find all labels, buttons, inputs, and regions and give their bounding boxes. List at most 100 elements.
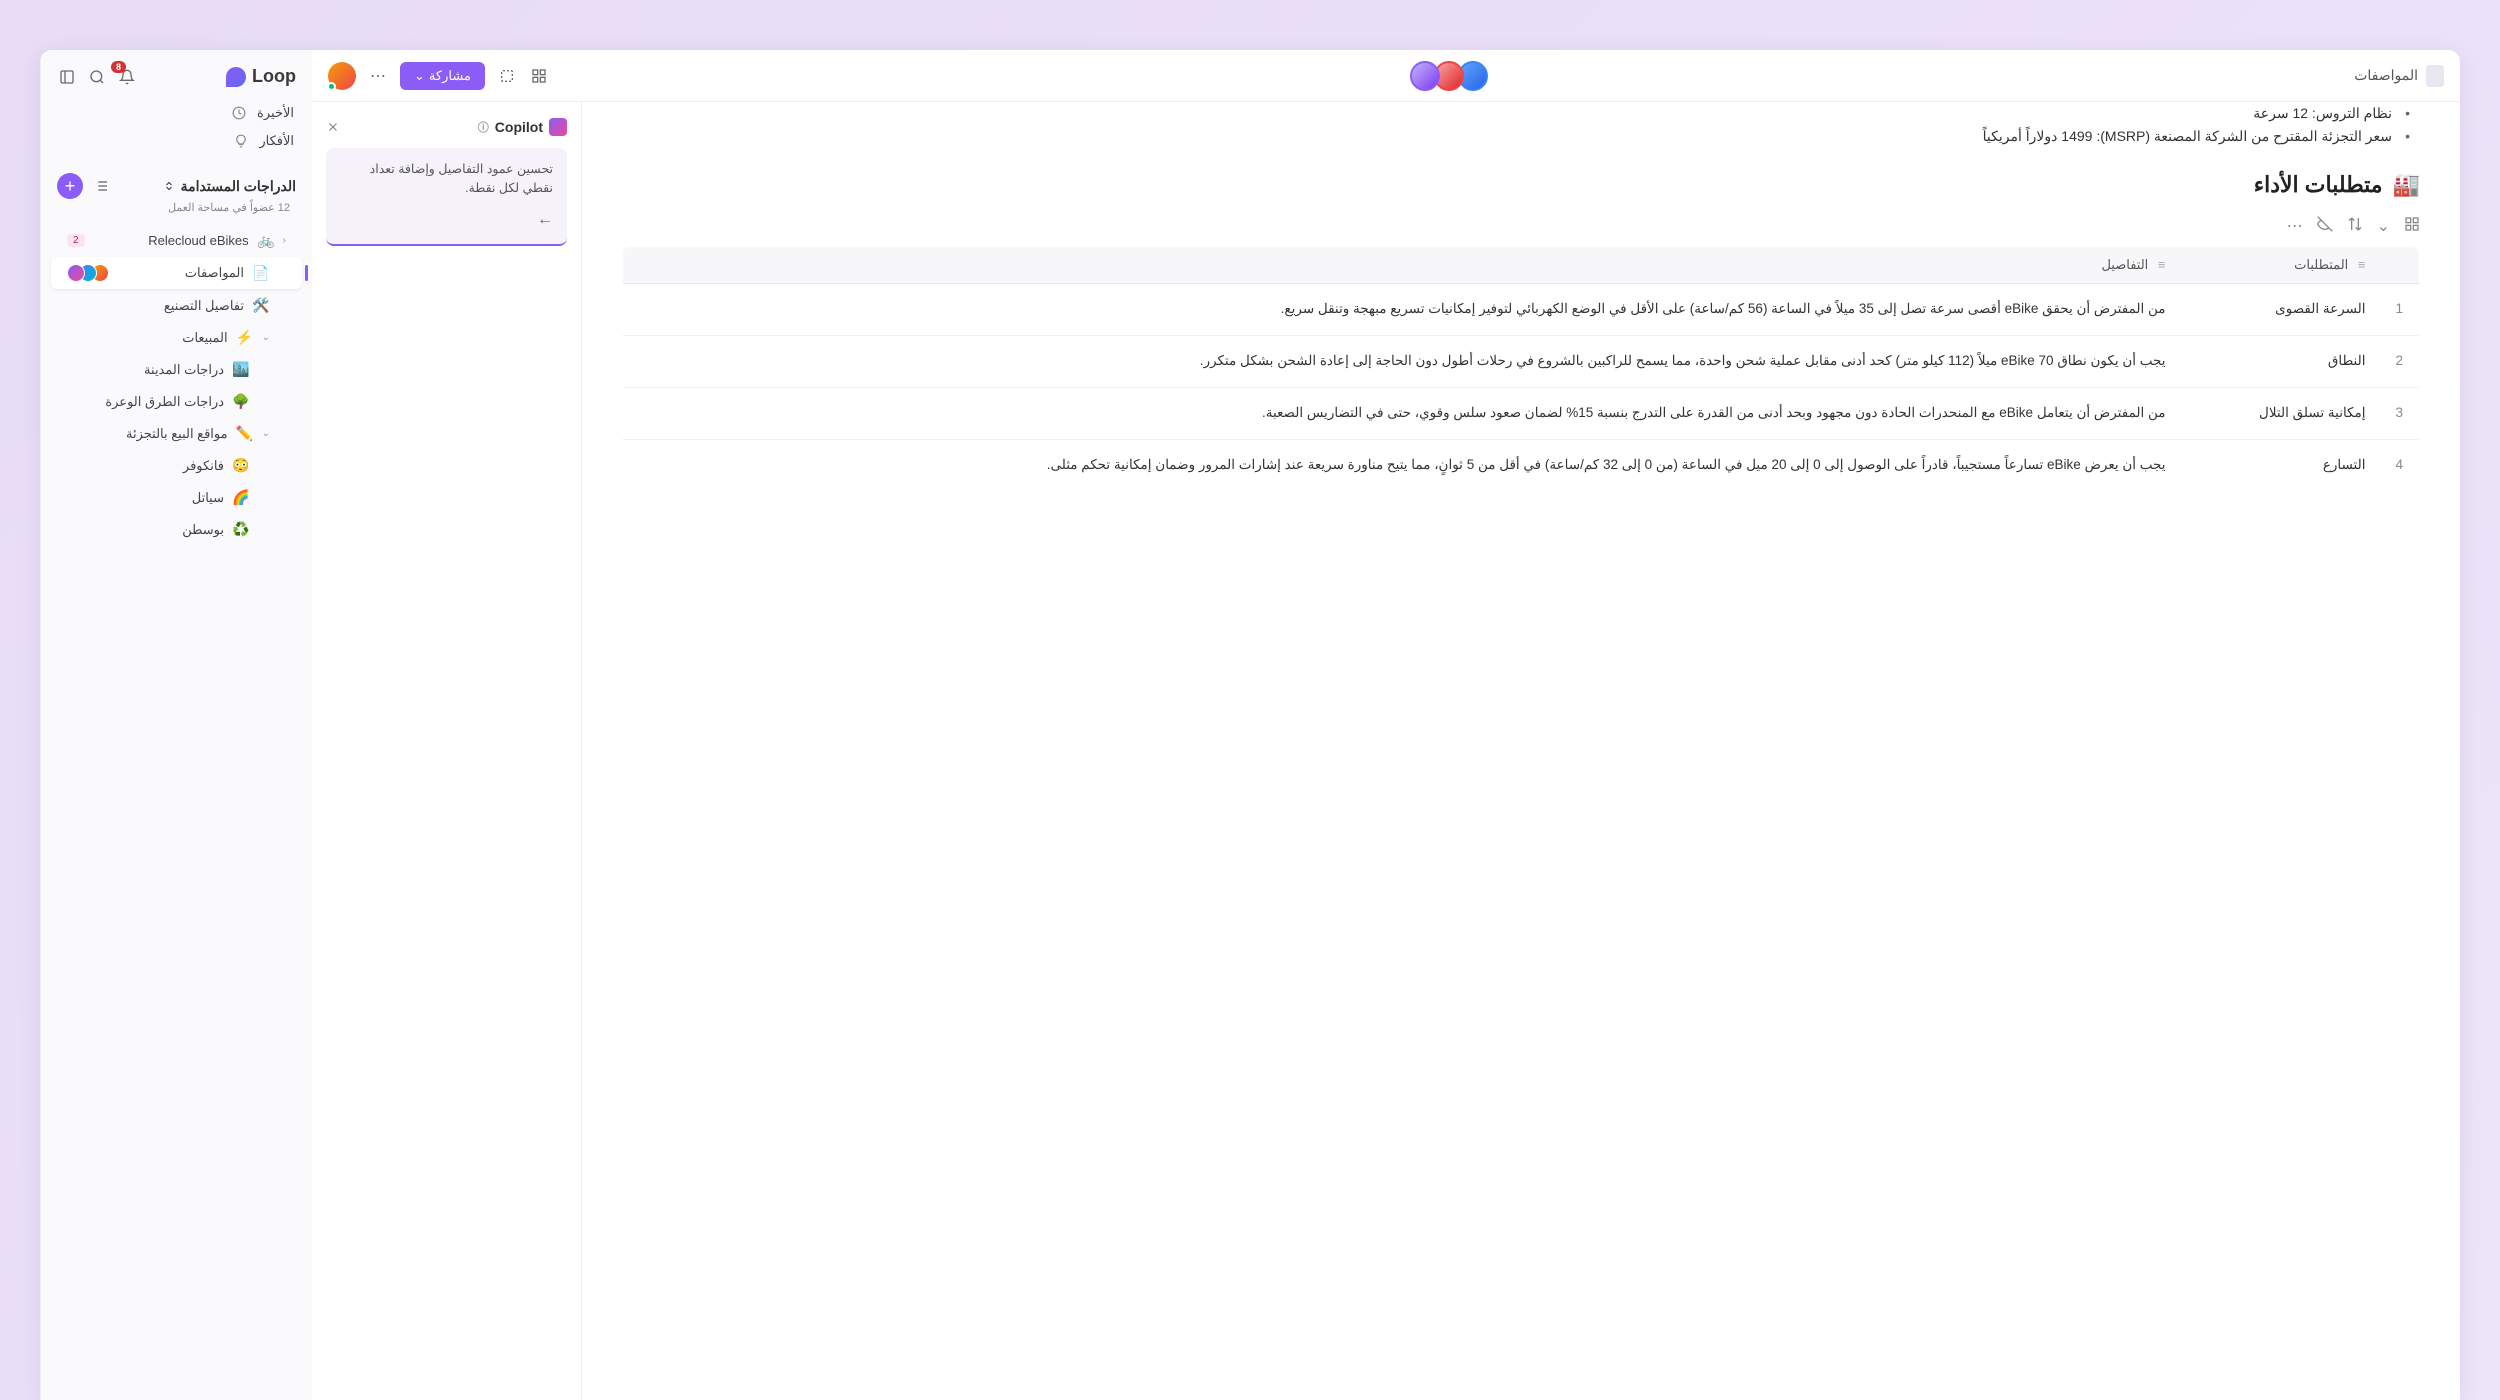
tree-city-bikes[interactable]: 🏙️ دراجات المدينة [51, 354, 302, 385]
more-icon[interactable]: ⋯ [2287, 216, 2303, 236]
tree-seattle[interactable]: 🌈 سياتل [51, 482, 302, 513]
tree-icon: 🌳 [232, 393, 250, 410]
panel-icon[interactable] [57, 67, 77, 87]
sidebar: Loop 8 الأخيرة ال [40, 50, 312, 1400]
city-icon: 🏙️ [232, 361, 250, 378]
page-icon [2426, 65, 2444, 87]
rainbow-icon: 🌈 [232, 489, 250, 506]
copilot-icon [549, 118, 567, 136]
table-toolbar: ⌄ ⋯ [622, 212, 2420, 246]
loop-icon [226, 67, 246, 87]
tree-retail[interactable]: ⌄ ✏️ مواقع البيع بالتجزئة [51, 418, 302, 449]
row-number: 2 [2380, 335, 2420, 387]
collaborator-avatars[interactable] [1416, 61, 1488, 91]
row-requirement[interactable]: السرعة القصوى [2180, 284, 2380, 336]
table-row[interactable]: 1 السرعة القصوى من المفترض أن يحقق eBike… [623, 284, 2420, 336]
close-icon[interactable] [326, 120, 340, 134]
nav-ideas[interactable]: الأفكار [41, 127, 312, 155]
recycle-icon: ♻️ [232, 521, 250, 538]
copilot-panel: Copilot ⓘ تحسين عمود التفاصيل وإضافة تعد… [312, 102, 582, 1400]
notification-badge: 8 [111, 61, 126, 73]
tree-sales[interactable]: ⌄ ⚡ المبيعات [51, 322, 302, 353]
chevron-down-icon[interactable]: ⌄ [2377, 216, 2390, 236]
tools-icon: 🛠️ [252, 297, 270, 314]
row-number: 1 [2380, 284, 2420, 336]
more-icon[interactable]: ⋯ [368, 66, 388, 86]
pencil-icon: ✏️ [236, 425, 254, 442]
chevron-updown-icon [163, 180, 175, 192]
workspace-title[interactable]: الدراجات المستدامة [163, 178, 296, 195]
document-body[interactable]: نظام التروس: 12 سرعة سعر التجزئة المقترح… [582, 102, 2460, 1400]
list-icon[interactable] [91, 176, 111, 196]
table-row[interactable]: 2 النطاق يجب أن يكون نطاق eBike 70 ميلاً… [623, 335, 2420, 387]
user-avatar[interactable] [328, 62, 356, 90]
clock-icon [231, 106, 247, 120]
text-icon: ≡ [2358, 257, 2366, 272]
tree-vancouver[interactable]: 😳 فانكوفر [51, 450, 302, 481]
add-button[interactable]: + [57, 173, 83, 199]
col-number[interactable] [2380, 247, 2420, 284]
spec-bullets: نظام التروس: 12 سرعة سعر التجزئة المقترح… [622, 102, 2420, 148]
row-requirement[interactable]: إمكانية تسلق التلال [2180, 387, 2380, 439]
row-detail[interactable]: من المفترض أن يتعامل eBike مع المنحدرات … [623, 387, 2180, 439]
row-detail[interactable]: يجب أن يكون نطاق eBike 70 ميلاً (112 كيل… [623, 335, 2180, 387]
face-icon: 😳 [232, 457, 250, 474]
table-row[interactable]: 4 التسارع يجب أن يعرض eBike تسارعاً مستج… [623, 439, 2420, 491]
tree-specs[interactable]: 📄 المواصفات [51, 257, 302, 289]
row-detail[interactable]: من المفترض أن يحقق eBike أقصى سرعة تصل إ… [623, 284, 2180, 336]
apps-icon[interactable] [529, 66, 549, 86]
main-area: المواصفات مشاركة ⌄ ⋯ [312, 50, 2460, 1400]
section-heading[interactable]: 🏭 متطلبات الأداء [622, 172, 2420, 198]
text-icon: ≡ [2158, 257, 2166, 272]
nav-recent-label: الأخيرة [257, 105, 294, 121]
presence-avatars [67, 264, 103, 282]
search-icon[interactable] [87, 67, 107, 87]
copilot-suggestion[interactable]: تحسين عمود التفاصيل وإضافة تعداد نقطي لك… [326, 148, 567, 246]
grid-icon[interactable] [2404, 216, 2420, 236]
chevron-down-icon: ⌄ [414, 68, 425, 84]
col-requirements[interactable]: ≡ المتطلبات [2180, 247, 2380, 284]
tree-manufacturing[interactable]: 🛠️ تفاصيل التصنيع [51, 290, 302, 321]
doc-icon: 📄 [252, 265, 270, 282]
tree-offroad[interactable]: 🌳 دراجات الطرق الوعرة [51, 386, 302, 417]
row-requirement[interactable]: النطاق [2180, 335, 2380, 387]
nav-recent[interactable]: الأخيرة [41, 99, 312, 127]
nav-ideas-label: الأفكار [259, 133, 294, 149]
status-dot [327, 82, 336, 91]
bike-icon: 🚲 [257, 232, 275, 249]
row-requirement[interactable]: التسارع [2180, 439, 2380, 491]
app-logo[interactable]: Loop [226, 66, 296, 87]
requirements-table: ≡ المتطلبات ≡ التفاصيل 1 السرعة القصوى م… [622, 246, 2420, 492]
tree-badge: 2 [67, 234, 85, 247]
sidebar-header: Loop 8 [41, 62, 312, 99]
document-title[interactable]: المواصفات [2354, 65, 2444, 87]
topbar: المواصفات مشاركة ⌄ ⋯ [312, 50, 2460, 102]
chevron-down-icon: ⌄ [262, 428, 270, 439]
eye-off-icon[interactable] [2317, 216, 2333, 236]
workspace-members: 12 عضواً في مساحة العمل [45, 201, 308, 224]
row-detail[interactable]: يجب أن يعرض eBike تسارعاً مستجيباً، قادر… [623, 439, 2180, 491]
row-number: 4 [2380, 439, 2420, 491]
avatar [1410, 61, 1440, 91]
sort-icon[interactable] [2347, 216, 2363, 236]
share-button[interactable]: مشاركة ⌄ [400, 62, 485, 90]
chevron-icon: ‹ [283, 235, 286, 246]
bullet-item[interactable]: نظام التروس: 12 سرعة [622, 102, 2410, 125]
bolt-icon: ⚡ [236, 329, 254, 346]
crop-icon[interactable] [497, 66, 517, 86]
workspace-section: الدراجات المستدامة + 12 عضواً في مساحة ا… [41, 169, 312, 546]
notifications-icon[interactable]: 8 [117, 67, 137, 87]
tree-boston[interactable]: ♻️ بوسطن [51, 514, 302, 545]
copilot-title: Copilot ⓘ [478, 118, 567, 136]
tree-relecloud[interactable]: ‹ 🚲 Relecloud eBikes 2 [51, 225, 302, 256]
table-row[interactable]: 3 إمكانية تسلق التلال من المفترض أن يتعا… [623, 387, 2420, 439]
col-details[interactable]: ≡ التفاصيل [623, 247, 2180, 284]
row-number: 3 [2380, 387, 2420, 439]
info-icon[interactable]: ⓘ [478, 119, 489, 135]
app-window: Loop 8 الأخيرة ال [40, 50, 2460, 1400]
arrow-icon: ← [340, 208, 553, 232]
app-name: Loop [252, 66, 296, 87]
bullet-item[interactable]: سعر التجزئة المقترح من الشركة المصنعة (M… [622, 125, 2410, 148]
factory-icon: 🏭 [2393, 172, 2420, 198]
chevron-down-icon: ⌄ [262, 332, 270, 343]
